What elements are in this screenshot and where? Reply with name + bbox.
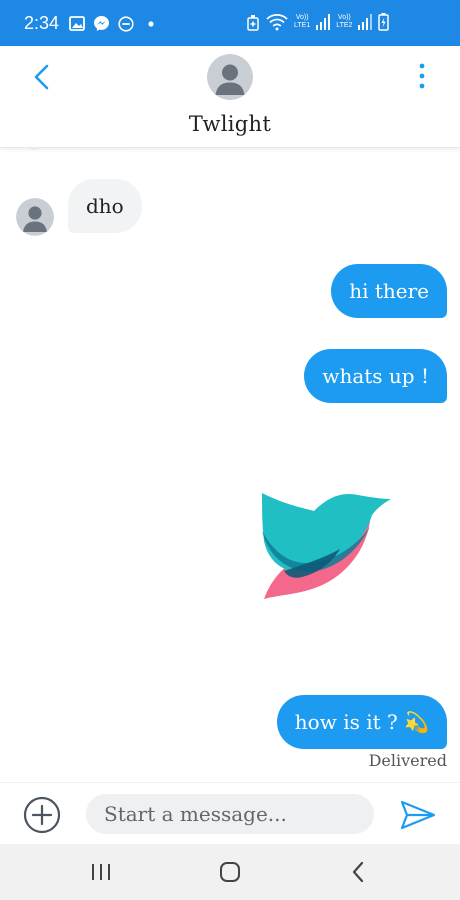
system-nav-bar (0, 844, 460, 900)
delivery-status: Delivered (368, 751, 447, 770)
dot-icon (148, 20, 154, 27)
previous-message-bubble (68, 148, 138, 150)
messenger-icon (94, 16, 109, 31)
back-icon[interactable] (347, 860, 371, 884)
image-icon (69, 16, 85, 31)
message-list[interactable]: dho hi there whats up ! how is it ? 💫 De… (0, 148, 460, 782)
alarm-icon (247, 15, 259, 31)
do-not-disturb-icon (118, 15, 134, 32)
plus-circle-icon[interactable] (23, 796, 61, 834)
signal-icon (316, 14, 331, 30)
battery-charging-icon (378, 13, 390, 31)
status-left-icons (69, 15, 156, 32)
more-vertical-icon[interactable] (410, 60, 434, 92)
status-time: 2:34 (24, 13, 60, 33)
contact-name: Twlight (188, 112, 272, 136)
message-composer (0, 782, 460, 844)
send-icon[interactable] (400, 799, 436, 831)
status-right-icons: Vo)) LTE1 Vo)) LTE2 (246, 13, 390, 31)
signal-icon (358, 14, 373, 30)
message-input[interactable] (86, 794, 374, 834)
wifi-icon (266, 13, 288, 31)
status-bar: 2:34 Vo)) LTE1 Vo)) LTE2 (0, 0, 460, 46)
recent-apps-icon[interactable] (89, 860, 113, 884)
sent-message[interactable]: whats up ! (304, 349, 447, 403)
received-message[interactable]: dho (68, 179, 142, 233)
sim2-label: Vo)) LTE2 (336, 14, 353, 29)
sent-message[interactable]: how is it ? 💫 (276, 695, 447, 749)
home-icon[interactable] (218, 860, 242, 884)
chat-header: Twlight (0, 46, 460, 148)
previous-avatar (24, 148, 44, 150)
sim1-label: Vo)) LTE1 (294, 14, 311, 29)
chevron-left-icon[interactable] (28, 62, 56, 92)
bird-logo-sticker[interactable] (258, 491, 394, 601)
avatar[interactable] (16, 198, 54, 236)
avatar[interactable] (207, 54, 253, 100)
sent-message[interactable]: hi there (331, 264, 447, 318)
